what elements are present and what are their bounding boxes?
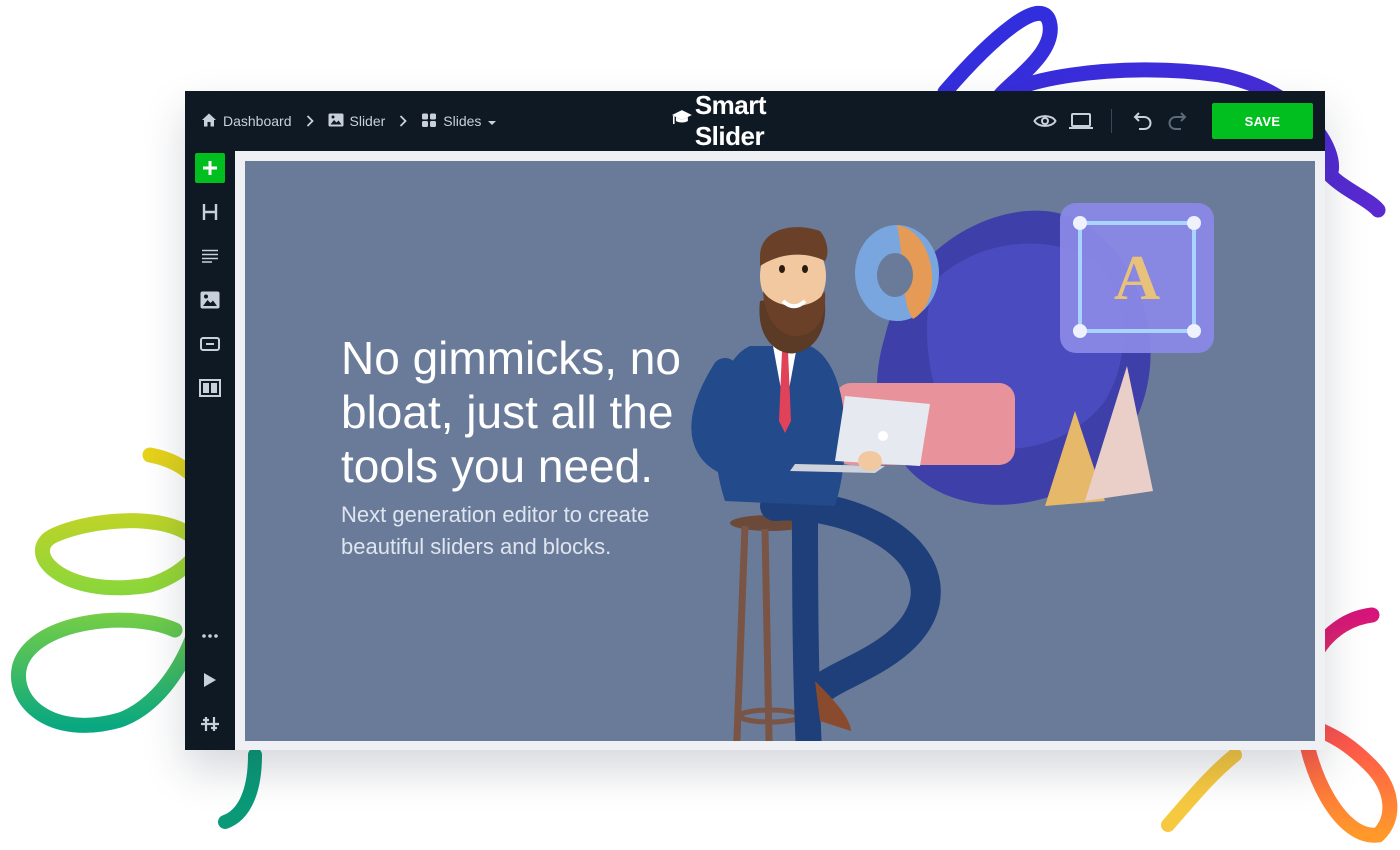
logo-text: Smart Slider bbox=[694, 90, 767, 151]
home-icon bbox=[201, 112, 217, 131]
text-icon[interactable] bbox=[195, 241, 225, 271]
breadcrumb-label: Dashboard bbox=[223, 113, 292, 129]
save-button[interactable]: SAVE bbox=[1212, 103, 1313, 139]
badge-letter: A bbox=[1114, 242, 1160, 313]
yellow-squiggle bbox=[1161, 748, 1242, 832]
laptop-icon[interactable] bbox=[1063, 103, 1099, 139]
more-icon[interactable] bbox=[195, 621, 225, 651]
breadcrumb-label: Slider bbox=[349, 113, 386, 129]
heading-icon[interactable] bbox=[195, 197, 225, 227]
toolbar-divider bbox=[1111, 109, 1112, 133]
chevron-right-icon bbox=[306, 115, 314, 127]
ring-shape bbox=[877, 253, 913, 297]
breadcrumb: Dashboard Slider Slides bbox=[201, 91, 497, 151]
logo: Smart Slider bbox=[671, 90, 841, 151]
columns-icon[interactable] bbox=[195, 373, 225, 403]
grid-icon bbox=[421, 112, 437, 131]
image-icon bbox=[328, 112, 344, 131]
eye-icon[interactable] bbox=[1027, 103, 1063, 139]
breadcrumb-label: Slides bbox=[443, 113, 482, 129]
teal-squiggle bbox=[218, 748, 262, 829]
slide-canvas[interactable]: No gimmicks, no bloat, just all the tool… bbox=[245, 161, 1315, 741]
chevron-right-icon bbox=[399, 115, 408, 127]
slide-illustration[interactable]: A bbox=[245, 161, 1315, 741]
breadcrumb-slides[interactable]: Slides bbox=[421, 112, 497, 131]
play-icon[interactable] bbox=[195, 665, 225, 695]
breadcrumb-slider[interactable]: Slider bbox=[328, 112, 386, 131]
caret-down-icon bbox=[487, 113, 497, 129]
image-icon[interactable] bbox=[195, 285, 225, 315]
redo-icon[interactable] bbox=[1160, 103, 1196, 139]
plus-icon[interactable] bbox=[195, 153, 225, 183]
toolbar: SAVE bbox=[1027, 91, 1313, 151]
button-icon[interactable] bbox=[195, 329, 225, 359]
top-bar: Dashboard Slider Slides Smart Slider SAV… bbox=[185, 90, 1325, 151]
green-squiggle bbox=[11, 447, 218, 733]
sidebar bbox=[185, 151, 235, 750]
graduation-cap-icon bbox=[671, 110, 692, 124]
breadcrumb-dashboard[interactable]: Dashboard bbox=[201, 112, 292, 131]
editor-window: Dashboard Slider Slides Smart Slider SAV… bbox=[185, 90, 1325, 750]
structure-icon[interactable] bbox=[195, 709, 225, 739]
undo-icon[interactable] bbox=[1124, 103, 1160, 139]
